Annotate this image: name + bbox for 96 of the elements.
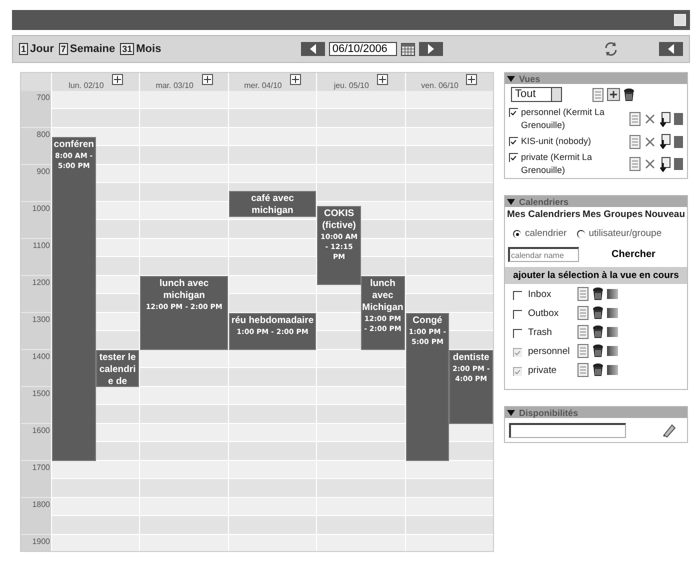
add-selection-button[interactable]: ajouter la sélection à la vue en cours <box>505 267 687 284</box>
document-icon[interactable] <box>629 134 641 148</box>
document-icon[interactable] <box>577 306 589 320</box>
calendar-tab[interactable]: Mes Groupes <box>582 209 643 220</box>
add-icon[interactable] <box>607 88 620 101</box>
import-icon[interactable] <box>659 156 671 172</box>
checkbox[interactable] <box>513 290 522 300</box>
document-icon[interactable] <box>577 363 589 377</box>
day-label: mer. 04/10 <box>244 81 282 91</box>
view-name: personnel (Kermit La Grenouille) <box>521 106 606 132</box>
color-swatch[interactable] <box>607 289 618 299</box>
trash-icon[interactable] <box>592 325 604 339</box>
hour-label: 1300 <box>32 315 50 324</box>
radio-option[interactable]: calendrier <box>513 228 567 239</box>
left-arrow-icon <box>309 44 318 54</box>
left-arrow-icon <box>667 44 676 54</box>
color-swatch[interactable] <box>607 327 618 337</box>
calendar-name: Inbox <box>528 288 552 300</box>
calendar-tab[interactable]: Mes Calendriers <box>507 209 580 220</box>
checkbox[interactable] <box>513 328 522 338</box>
next-button[interactable] <box>419 42 444 56</box>
checkbox[interactable] <box>509 108 518 117</box>
view-link[interactable]: 1 Jour <box>19 43 54 55</box>
trash-icon[interactable] <box>592 363 604 377</box>
add-icon[interactable] <box>112 74 123 85</box>
import-icon[interactable] <box>659 134 671 149</box>
calendar-tab[interactable]: Nouveau <box>644 209 685 220</box>
calendar-name: private <box>528 364 558 376</box>
hour-label: 1600 <box>32 426 50 435</box>
checkbox[interactable] <box>513 310 522 318</box>
panel-title: Calendriers <box>519 196 569 206</box>
add-icon[interactable] <box>202 74 212 85</box>
hour-label: 1000 <box>32 204 50 213</box>
remove-icon[interactable] <box>644 113 656 125</box>
right-arrow-icon <box>427 44 436 54</box>
hour-label: 1900 <box>32 537 50 546</box>
day-label: mar. 03/10 <box>156 81 194 91</box>
color-swatch[interactable] <box>607 308 618 318</box>
search-field[interactable]: calendar name <box>508 247 579 262</box>
calendar-name: personnel <box>528 346 571 356</box>
color-swatch[interactable] <box>674 136 683 148</box>
document-icon[interactable] <box>577 344 589 358</box>
panel-title: Disponibilités <box>519 408 578 418</box>
remove-icon[interactable] <box>644 158 656 170</box>
panel-title: Vues <box>519 74 540 84</box>
view-link[interactable]: 7 Semaine <box>58 43 116 55</box>
document-icon[interactable] <box>629 112 641 126</box>
add-icon[interactable] <box>290 74 301 85</box>
hour-label: 1800 <box>32 500 50 509</box>
radio-option[interactable]: utilisateur/groupe <box>576 228 662 239</box>
availability-field[interactable] <box>509 422 626 438</box>
calendar-name: Trash <box>528 326 553 338</box>
add-icon[interactable] <box>466 74 478 85</box>
hour-label: 1200 <box>32 278 50 287</box>
view-name: private (Kermit La Grenouille) <box>521 151 594 177</box>
hour-label: 800 <box>36 130 50 139</box>
previous-button[interactable] <box>301 42 326 56</box>
day-label: jeu. 05/10 <box>334 81 369 91</box>
calendar-icon[interactable] <box>401 42 416 56</box>
hour-label: 1400 <box>32 352 50 361</box>
event-block[interactable]: tester le calendrie de <box>96 350 140 387</box>
import-icon[interactable] <box>659 112 671 126</box>
refresh-icon[interactable] <box>603 41 620 57</box>
remove-icon[interactable] <box>644 136 656 148</box>
color-swatch[interactable] <box>674 113 683 125</box>
hour-label: 1700 <box>32 463 50 472</box>
document-icon[interactable] <box>577 325 589 339</box>
view-link[interactable]: 31 Mois <box>120 43 162 55</box>
collapse-icon[interactable] <box>507 198 515 204</box>
pen-icon[interactable] <box>661 422 677 438</box>
color-swatch[interactable] <box>607 346 618 356</box>
trash-icon[interactable] <box>623 88 635 102</box>
view-select[interactable]: Tout <box>511 87 562 102</box>
trash-icon[interactable] <box>592 344 604 358</box>
hour-label: 900 <box>36 167 50 176</box>
hour-label: 1500 <box>32 389 50 398</box>
day-label: lun. 02/10 <box>68 81 104 91</box>
date-field[interactable]: 06/10/2006 <box>329 42 398 56</box>
hour-label: 700 <box>36 93 50 102</box>
document-icon[interactable] <box>577 287 589 301</box>
day-label: ven. 06/10 <box>421 81 458 91</box>
color-swatch[interactable] <box>607 365 618 375</box>
event-block[interactable]: café avec michigan <box>228 190 316 217</box>
view-name: KIS-unit (nobody) <box>521 135 592 148</box>
document-icon[interactable] <box>629 157 641 171</box>
hour-label: 1100 <box>32 241 50 250</box>
checkbox[interactable] <box>509 137 518 146</box>
document-icon[interactable] <box>592 88 604 102</box>
color-swatch[interactable] <box>674 158 683 170</box>
calendar-name: Outbox <box>528 308 560 318</box>
trash-icon[interactable] <box>592 306 604 320</box>
collapse-button[interactable] <box>659 42 684 56</box>
checkbox[interactable] <box>509 153 518 162</box>
trash-icon[interactable] <box>592 287 604 301</box>
add-icon[interactable] <box>376 74 388 85</box>
collapse-icon[interactable] <box>507 410 515 416</box>
